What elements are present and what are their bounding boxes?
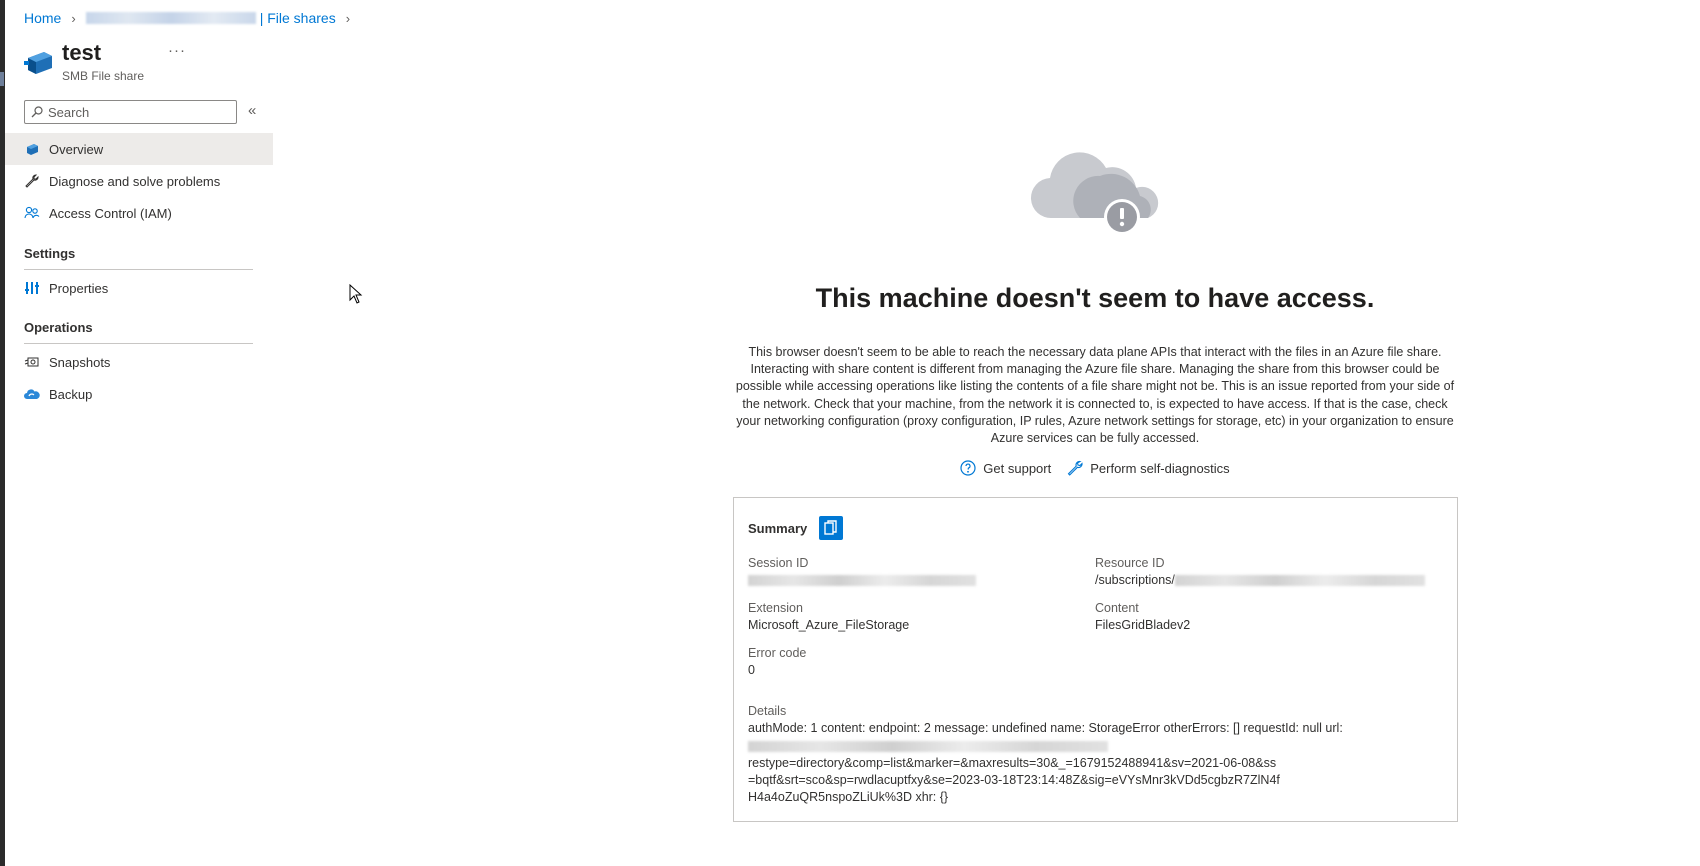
sidebar-item-access-control[interactable]: Access Control (IAM) xyxy=(5,197,273,229)
wrench-icon xyxy=(1067,460,1083,476)
people-icon xyxy=(24,205,40,221)
backup-cloud-icon xyxy=(24,386,40,402)
details-url-redacted xyxy=(748,740,1108,752)
sidebar-item-label: Properties xyxy=(49,280,109,296)
details-line-3: restype=directory&comp=list&marker=&maxr… xyxy=(748,755,1280,805)
summary-panel: Summary Session ID Resource ID /subscrip… xyxy=(733,497,1458,822)
session-id-value-redacted xyxy=(748,575,976,587)
sidebar-item-snapshots[interactable]: Snapshots xyxy=(5,346,273,378)
error-code-field: Error code 0 xyxy=(748,645,806,679)
session-id-label: Session ID xyxy=(748,556,809,570)
breadcrumb-storage-account-redacted[interactable] xyxy=(85,12,256,24)
sidebar-item-label: Diagnose and solve problems xyxy=(49,173,221,189)
resource-id-label: Resource ID xyxy=(1095,556,1165,570)
help-circle-icon xyxy=(960,460,976,476)
content-field: Content FilesGridBladev2 xyxy=(1095,600,1190,634)
chevron-right-icon: › xyxy=(71,10,76,26)
extension-value: Microsoft_Azure_FileStorage xyxy=(748,618,910,632)
sidebar-search[interactable] xyxy=(24,100,237,124)
resource-id-value-redacted xyxy=(1174,575,1425,587)
resource-header: test SMB File share ··· xyxy=(24,40,186,83)
divider xyxy=(24,343,253,344)
edge-notch xyxy=(0,72,4,86)
divider xyxy=(24,269,253,270)
copy-button[interactable] xyxy=(819,516,844,540)
self-diagnostics-label: Perform self-diagnostics xyxy=(1090,460,1230,476)
get-support-link[interactable]: Get support xyxy=(960,460,1051,476)
resource-id-field: Resource ID /subscriptions/ xyxy=(1095,555,1425,589)
get-support-label: Get support xyxy=(983,460,1052,476)
sidebar-item-label: Snapshots xyxy=(49,354,111,370)
wrench-icon xyxy=(24,173,40,189)
snapshot-icon xyxy=(24,354,40,370)
sidebar-item-label: Overview xyxy=(49,141,104,157)
content-value: FilesGridBladev2 xyxy=(1095,618,1191,632)
details-line-1: authMode: 1 content: endpoint: 2 message… xyxy=(748,721,1343,736)
error-code-label: Error code xyxy=(748,646,807,660)
sidebar-item-label: Access Control (IAM) xyxy=(49,205,172,221)
resource-id-prefix: /subscriptions/ xyxy=(1095,573,1175,587)
extension-label: Extension xyxy=(748,601,803,615)
error-actions: Get support Perform self-diagnostics xyxy=(730,460,1460,476)
section-heading-operations: Operations xyxy=(24,320,93,335)
details-label: Details xyxy=(748,704,787,718)
file-share-icon xyxy=(24,141,40,157)
page-title: test xyxy=(62,40,102,65)
session-id-field: Session ID xyxy=(748,555,976,589)
breadcrumb-home[interactable]: Home xyxy=(24,10,61,26)
content-label: Content xyxy=(1095,601,1139,615)
breadcrumb: Home › | File shares › xyxy=(24,10,360,26)
summary-header: Summary xyxy=(748,516,844,540)
search-input[interactable] xyxy=(48,104,228,120)
copy-icon xyxy=(824,520,837,535)
summary-heading: Summary xyxy=(748,520,808,536)
properties-icon xyxy=(24,280,40,296)
window-edge xyxy=(0,0,5,866)
extension-field: Extension Microsoft_Azure_FileStorage xyxy=(748,600,909,634)
self-diagnostics-link[interactable]: Perform self-diagnostics xyxy=(1067,460,1230,476)
details-field: Details authMode: 1 content: endpoint: 2… xyxy=(748,703,1438,806)
error-title: This machine doesn't seem to have access… xyxy=(815,283,1375,313)
sidebar-item-diagnose[interactable]: Diagnose and solve problems xyxy=(5,165,273,197)
section-heading-settings: Settings xyxy=(24,246,76,261)
more-options-button[interactable]: ··· xyxy=(168,42,186,59)
file-share-icon xyxy=(24,52,52,74)
mouse-cursor-icon xyxy=(349,284,363,304)
sidebar-item-label: Backup xyxy=(49,386,93,402)
sidebar-item-overview[interactable]: Overview xyxy=(5,133,273,165)
error-code-value: 0 xyxy=(748,663,755,677)
breadcrumb-file-shares[interactable]: | File shares xyxy=(260,10,336,26)
error-description: This browser doesn't seem to be able to … xyxy=(735,345,1455,446)
chevron-right-icon: › xyxy=(345,10,351,26)
cloud-error-icon xyxy=(1030,152,1159,235)
page-subtitle: SMB File share xyxy=(62,69,145,83)
sidebar-item-backup[interactable]: Backup xyxy=(5,378,273,410)
sidebar-item-properties[interactable]: Properties xyxy=(5,272,273,304)
search-icon xyxy=(31,106,43,118)
collapse-sidebar-button[interactable]: « xyxy=(248,102,256,119)
